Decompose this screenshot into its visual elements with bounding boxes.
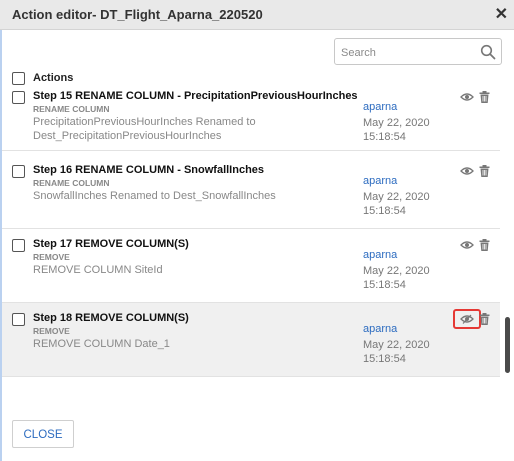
- step-title: Step 18 REMOVE COLUMN(S): [33, 312, 189, 324]
- select-all-checkbox[interactable]: [12, 72, 25, 85]
- step-description: SnowfallInches Renamed to Dest_SnowfallI…: [33, 189, 276, 203]
- step-operation: RENAME COLUMN: [33, 178, 110, 188]
- row-checkbox[interactable]: [12, 313, 25, 326]
- search-input[interactable]: [339, 42, 483, 63]
- step-date: May 22, 2020: [363, 339, 430, 351]
- actions-header-label: Actions: [33, 72, 74, 84]
- eye-icon[interactable]: [460, 240, 474, 250]
- step-user: aparna: [363, 249, 398, 261]
- description-line: SnowfallInches Renamed to Dest_SnowfallI…: [33, 190, 276, 202]
- step-description: REMOVE COLUMN Date_1: [33, 337, 170, 351]
- step-operation: RENAME COLUMN: [33, 104, 110, 114]
- dialog-title: Action editor- DT_Flight_Aparna_220520: [12, 7, 263, 22]
- row-checkbox[interactable]: [12, 91, 25, 104]
- step-timestamp: May 22, 2020 15:18:54: [363, 116, 430, 144]
- step-description: REMOVE COLUMN SiteId: [33, 263, 163, 277]
- step-time: 15:18:54: [363, 353, 406, 365]
- description-line: Dest_PrecipitationPreviousHourInches: [33, 130, 222, 142]
- step-time: 15:18:54: [363, 279, 406, 291]
- step-operation: REMOVE: [33, 252, 70, 262]
- list-item[interactable]: Step 15 RENAME COLUMN - PrecipitationPre…: [2, 91, 500, 151]
- step-title: Step 15 RENAME COLUMN - PrecipitationPre…: [33, 91, 358, 102]
- eye-icon[interactable]: [460, 166, 474, 176]
- step-timestamp: May 22, 2020 15:18:54: [363, 264, 430, 292]
- close-button[interactable]: CLOSE: [12, 420, 74, 448]
- trash-icon[interactable]: [479, 91, 490, 103]
- step-operation: REMOVE: [33, 326, 70, 336]
- description-line: PrecipitationPreviousHourInches Renamed …: [33, 116, 256, 128]
- trash-icon[interactable]: [479, 165, 490, 177]
- description-line: REMOVE COLUMN Date_1: [33, 338, 170, 350]
- search-box[interactable]: [334, 38, 502, 65]
- step-date: May 22, 2020: [363, 265, 430, 277]
- eye-icon[interactable]: [460, 92, 474, 102]
- action-list[interactable]: Step 15 RENAME COLUMN - PrecipitationPre…: [2, 91, 512, 379]
- step-user: aparna: [363, 175, 398, 187]
- row-checkbox[interactable]: [12, 239, 25, 252]
- eye-icon[interactable]: [460, 314, 474, 324]
- step-timestamp: May 22, 2020 15:18:54: [363, 190, 430, 218]
- close-icon[interactable]: ✕: [495, 4, 508, 24]
- step-date: May 22, 2020: [363, 191, 430, 203]
- trash-icon[interactable]: [479, 313, 490, 325]
- list-item[interactable]: Step 16 RENAME COLUMN - SnowfallInches R…: [2, 155, 500, 229]
- dialog-titlebar: Action editor- DT_Flight_Aparna_220520 ✕: [0, 0, 514, 30]
- step-time: 15:18:54: [363, 205, 406, 217]
- list-item[interactable]: Step 18 REMOVE COLUMN(S) REMOVE REMOVE C…: [2, 303, 500, 377]
- step-user: aparna: [363, 101, 398, 113]
- step-title: Step 17 REMOVE COLUMN(S): [33, 238, 189, 250]
- step-date: May 22, 2020: [363, 117, 430, 129]
- trash-icon[interactable]: [479, 239, 490, 251]
- step-time: 15:18:54: [363, 131, 406, 143]
- list-item[interactable]: Step 17 REMOVE COLUMN(S) REMOVE REMOVE C…: [2, 229, 500, 303]
- description-line: REMOVE COLUMN SiteId: [33, 264, 163, 276]
- step-description: PrecipitationPreviousHourInches Renamed …: [33, 115, 256, 143]
- step-user: aparna: [363, 323, 398, 335]
- step-timestamp: May 22, 2020 15:18:54: [363, 338, 430, 366]
- step-title: Step 16 RENAME COLUMN - SnowfallInches: [33, 164, 265, 176]
- search-icon[interactable]: [480, 44, 496, 60]
- list-scrollbar[interactable]: [502, 91, 512, 379]
- row-checkbox[interactable]: [12, 165, 25, 178]
- scrollbar-thumb[interactable]: [505, 317, 510, 373]
